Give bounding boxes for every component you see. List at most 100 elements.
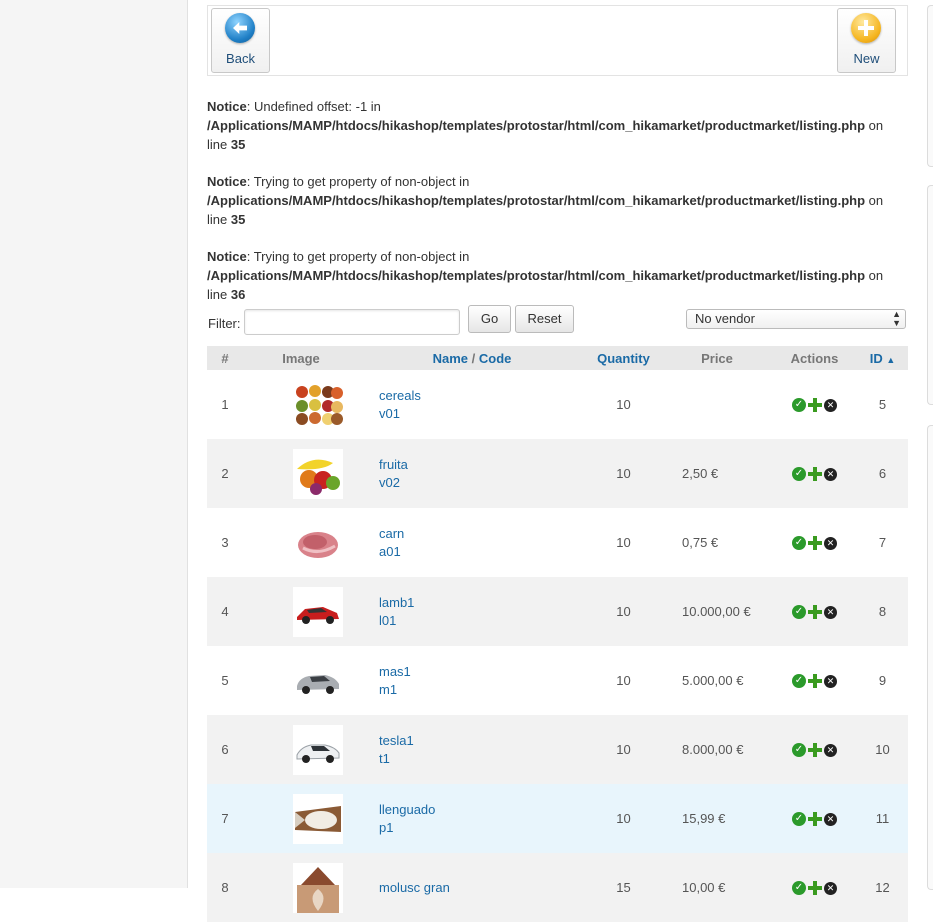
back-button[interactable]: Back [211, 8, 270, 73]
quantity-cell: 10 [616, 811, 631, 826]
col-header-number: # [221, 350, 229, 366]
product-code-link[interactable]: v02 [379, 474, 585, 492]
row-number: 1 [221, 397, 229, 412]
table-row: 6 tesla1 t1 10 8.000,00 € ✓ ✕ 10 [207, 715, 908, 784]
publish-check-icon[interactable]: ✓ [792, 881, 806, 896]
notice-label: Notice [207, 99, 247, 114]
notice-label: Notice [207, 249, 247, 264]
delete-x-icon[interactable]: ✕ [824, 743, 837, 757]
product-code-link[interactable]: v01 [379, 405, 585, 423]
table-row: 7 llenguado p1 10 15,99 € ✓ ✕ 11 [207, 784, 908, 853]
publish-check-icon[interactable]: ✓ [792, 467, 806, 482]
notice-line-number: 36 [230, 287, 246, 302]
delete-x-icon[interactable]: ✕ [824, 881, 837, 895]
add-plus-icon[interactable] [808, 743, 822, 758]
id-cell: 8 [878, 604, 887, 619]
sort-by-quantity-link[interactable]: Quantity [597, 351, 650, 366]
side-panel-edge [927, 425, 933, 890]
product-name-link[interactable]: llenguado [379, 801, 585, 819]
delete-x-icon[interactable]: ✕ [824, 812, 837, 826]
publish-check-icon[interactable]: ✓ [792, 398, 806, 413]
sort-by-code-link[interactable]: Code [479, 351, 512, 366]
product-code-link[interactable]: t1 [379, 750, 585, 768]
actions-cell: ✓ ✕ [772, 784, 857, 853]
delete-x-icon[interactable]: ✕ [824, 674, 837, 688]
quantity-cell: 10 [616, 673, 631, 688]
product-code-link[interactable]: l01 [379, 612, 585, 630]
product-thumbnail[interactable] [293, 793, 343, 844]
add-plus-icon[interactable] [808, 536, 822, 551]
publish-check-icon[interactable]: ✓ [792, 536, 806, 551]
fish-thumbnail [293, 793, 343, 844]
filter-input[interactable] [244, 309, 460, 335]
sort-by-id-link[interactable]: ID [870, 351, 883, 366]
add-plus-icon[interactable] [808, 605, 822, 620]
row-number: 4 [221, 604, 229, 619]
new-button-label: New [853, 51, 880, 66]
name-code-cell: cereals v01 [359, 370, 585, 439]
add-plus-icon[interactable] [808, 674, 822, 689]
product-name-link[interactable]: cereals [379, 387, 585, 405]
id-cell: 7 [878, 535, 887, 550]
products-table: # Image Name / Code Quantity Price Actio… [207, 346, 908, 922]
id-cell: 9 [878, 673, 887, 688]
id-cell: 5 [878, 397, 887, 412]
product-name-link[interactable]: mas1 [379, 663, 585, 681]
add-plus-icon[interactable] [808, 398, 822, 413]
name-code-cell: lamb1 l01 [359, 577, 585, 646]
product-thumbnail[interactable] [293, 448, 343, 499]
product-code-link[interactable]: p1 [379, 819, 585, 837]
delete-x-icon[interactable]: ✕ [824, 605, 837, 619]
product-thumbnail[interactable] [293, 724, 343, 775]
notice-path: /Applications/MAMP/htdocs/hikashop/templ… [207, 268, 866, 283]
sort-by-name-link[interactable]: Name [433, 351, 468, 366]
name-code-cell: fruita v02 [359, 439, 585, 508]
reset-button[interactable]: Reset [515, 305, 574, 333]
notice-path: /Applications/MAMP/htdocs/hikashop/templ… [207, 193, 866, 208]
new-button[interactable]: New [837, 8, 896, 73]
product-code-link[interactable]: m1 [379, 681, 585, 699]
add-plus-icon[interactable] [808, 467, 822, 482]
notice-line-number: 35 [230, 212, 246, 227]
product-name-link[interactable]: fruita [379, 456, 585, 474]
col-header-quantity: Quantity [585, 346, 662, 370]
price-cell: 5.000,00 € [682, 673, 744, 688]
product-name-link[interactable]: tesla1 [379, 732, 585, 750]
notice-on: on [865, 193, 884, 208]
delete-x-icon[interactable]: ✕ [824, 536, 837, 550]
table-row: 2 fruita v02 10 2,50 € ✓ ✕ 6 [207, 439, 908, 508]
vendor-select[interactable]: No vendor ▲ ▼ [686, 309, 906, 329]
add-plus-icon[interactable] [808, 812, 822, 827]
notice-message: : Trying to get property of non-object i… [246, 174, 470, 189]
delete-x-icon[interactable]: ✕ [824, 398, 837, 412]
publish-check-icon[interactable]: ✓ [792, 743, 806, 758]
sort-asc-icon: ▲ [886, 354, 896, 365]
row-number: 3 [221, 535, 229, 550]
name-code-cell: mas1 m1 [359, 646, 585, 715]
product-name-link[interactable]: lamb1 [379, 594, 585, 612]
publish-check-icon[interactable]: ✓ [792, 605, 806, 620]
publish-check-icon[interactable]: ✓ [792, 674, 806, 689]
left-sidebar [0, 0, 188, 888]
actions-cell: ✓ ✕ [772, 439, 857, 508]
go-button[interactable]: Go [468, 305, 511, 333]
product-name-link[interactable]: carn [379, 525, 585, 543]
delete-x-icon[interactable]: ✕ [824, 467, 837, 481]
product-thumbnail[interactable] [293, 586, 343, 637]
notice-message: : Undefined offset: -1 in [246, 99, 381, 114]
php-notice: Notice: Trying to get property of non-ob… [207, 247, 908, 304]
php-notice: Notice: Undefined offset: -1 in /Applica… [207, 97, 908, 154]
row-number: 2 [221, 466, 229, 481]
quantity-cell: 10 [616, 397, 631, 412]
product-thumbnail[interactable] [293, 379, 343, 430]
product-thumbnail[interactable] [293, 655, 343, 706]
quantity-cell: 10 [616, 604, 631, 619]
publish-check-icon[interactable]: ✓ [792, 812, 806, 827]
add-plus-icon[interactable] [808, 881, 822, 896]
vendor-select-value: No vendor [695, 311, 755, 326]
product-thumbnail[interactable] [293, 517, 343, 568]
notice-line-text: line [207, 212, 231, 227]
table-row: 3 carn a01 10 0,75 € ✓ ✕ 7 [207, 508, 908, 577]
name-code-cell: tesla1 t1 [359, 715, 585, 784]
product-code-link[interactable]: a01 [379, 543, 585, 561]
